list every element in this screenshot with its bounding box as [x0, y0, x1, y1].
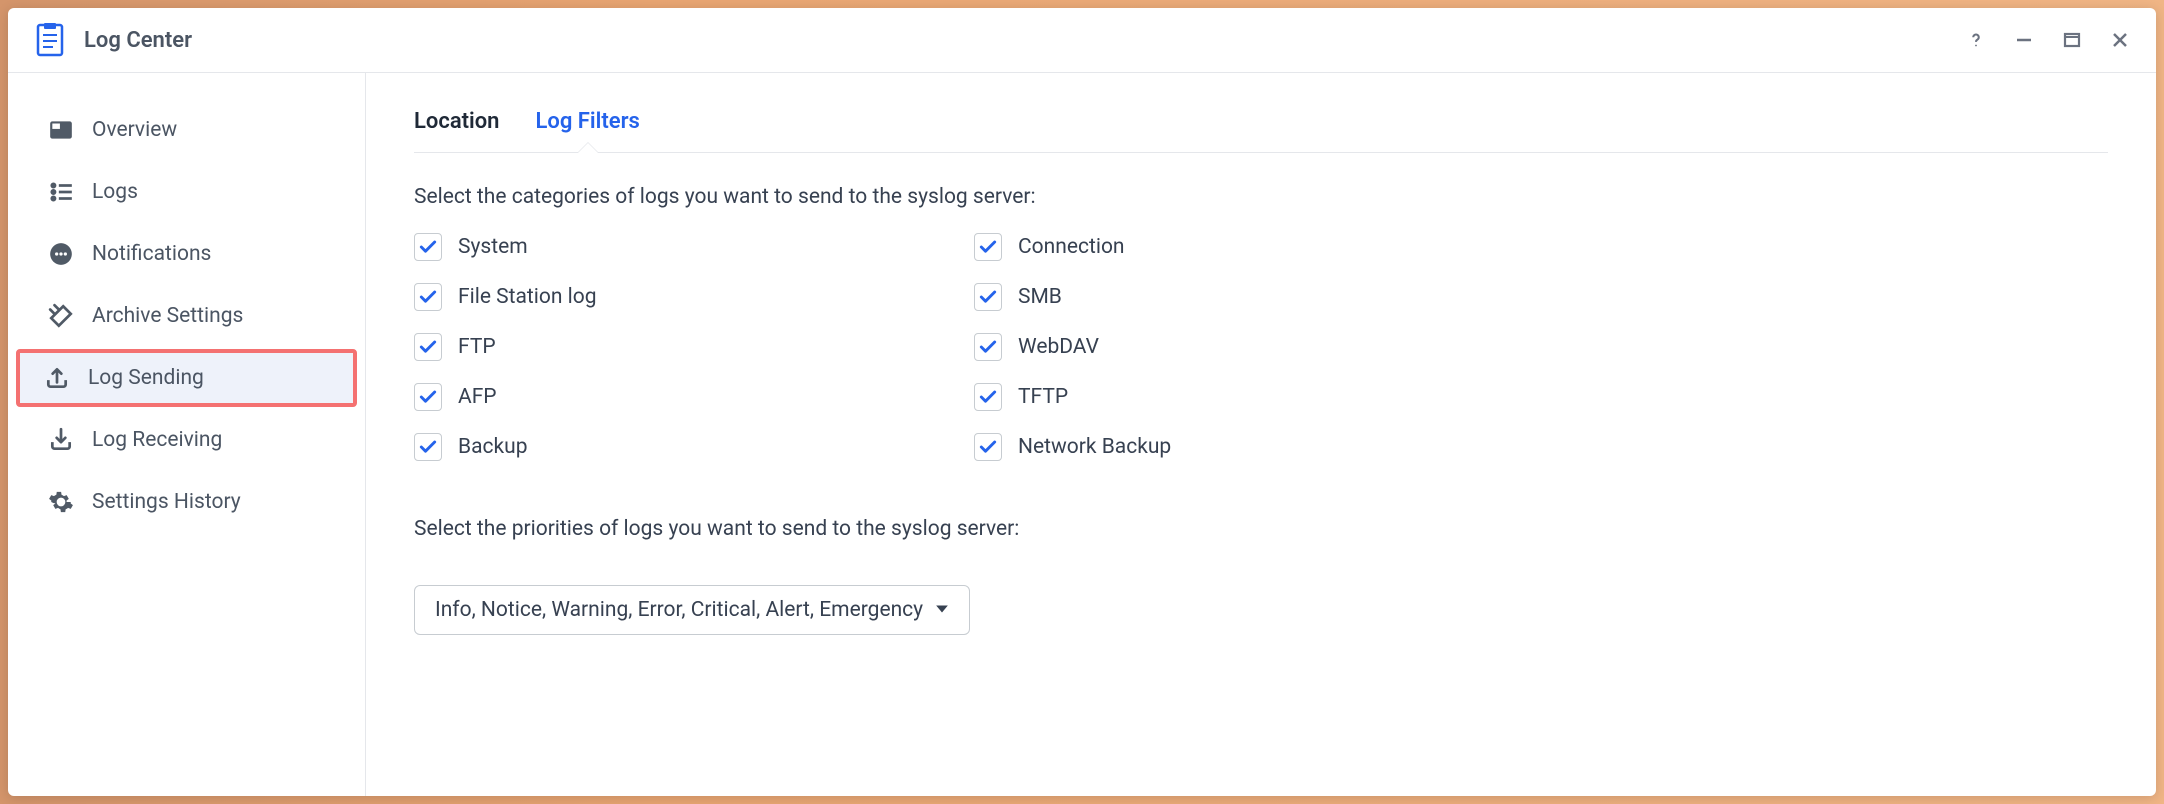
checkbox-label: Connection — [1018, 235, 1125, 259]
titlebar: Log Center — [8, 8, 2156, 73]
tab-location[interactable]: Location — [414, 97, 499, 152]
tab-log-filters[interactable]: Log Filters — [535, 97, 639, 152]
checkbox-tftp[interactable] — [974, 383, 1002, 411]
checkbox-label: AFP — [458, 385, 497, 409]
checkbox-row-networkbackup: Network Backup — [974, 433, 2108, 461]
settings-icon — [48, 489, 74, 515]
checkbox-label: Network Backup — [1018, 435, 1171, 459]
checkbox-label: TFTP — [1018, 385, 1068, 409]
sidebar-item-log-sending[interactable]: Log Sending — [16, 349, 357, 407]
checkbox-label: SMB — [1018, 285, 1062, 309]
tab-bar: Location Log Filters — [414, 97, 2108, 153]
receiving-icon — [48, 427, 74, 453]
maximize-button[interactable] — [2060, 28, 2084, 52]
app-icon — [32, 22, 68, 58]
sidebar-item-label: Log Receiving — [92, 428, 222, 452]
log-center-window: Log Center Overview — [8, 8, 2156, 796]
checkbox-networkbackup[interactable] — [974, 433, 1002, 461]
window-body: Overview Logs Notifications Archive Sett… — [8, 73, 2156, 796]
overview-icon — [48, 117, 74, 143]
checkbox-row-connection: Connection — [974, 233, 2108, 261]
minimize-button[interactable] — [2012, 28, 2036, 52]
sidebar-item-logs[interactable]: Logs — [20, 163, 353, 221]
checkbox-row-ftp: FTP — [414, 333, 974, 361]
checkbox-system[interactable] — [414, 233, 442, 261]
checkbox-connection[interactable] — [974, 233, 1002, 261]
sidebar-item-label: Overview — [92, 118, 177, 142]
content-panel: Location Log Filters Select the categori… — [366, 73, 2156, 796]
sidebar-item-label: Logs — [92, 180, 138, 204]
sidebar-item-overview[interactable]: Overview — [20, 101, 353, 159]
window-controls — [1964, 28, 2132, 52]
sidebar-item-settings-history[interactable]: Settings History — [20, 473, 353, 531]
sidebar-item-archive-settings[interactable]: Archive Settings — [20, 287, 353, 345]
checkbox-ftp[interactable] — [414, 333, 442, 361]
chevron-down-icon — [935, 598, 949, 622]
sidebar-item-log-receiving[interactable]: Log Receiving — [20, 411, 353, 469]
checkbox-label: WebDAV — [1018, 335, 1099, 359]
priorities-label: Select the priorities of logs you want t… — [414, 517, 2108, 541]
checkbox-row-system: System — [414, 233, 974, 261]
dropdown-value: Info, Notice, Warning, Error, Critical, … — [435, 598, 923, 622]
sidebar-item-notifications[interactable]: Notifications — [20, 225, 353, 283]
sidebar: Overview Logs Notifications Archive Sett… — [8, 73, 366, 796]
checkbox-row-afp: AFP — [414, 383, 974, 411]
sidebar-item-label: Notifications — [92, 242, 211, 266]
help-button[interactable] — [1964, 28, 1988, 52]
sending-icon — [44, 365, 70, 391]
archive-icon — [48, 303, 74, 329]
checkbox-filestation[interactable] — [414, 283, 442, 311]
sidebar-item-label: Log Sending — [88, 366, 204, 390]
checkbox-smb[interactable] — [974, 283, 1002, 311]
checkbox-label: File Station log — [458, 285, 597, 309]
checkbox-label: Backup — [458, 435, 528, 459]
sidebar-item-label: Settings History — [92, 490, 241, 514]
sidebar-item-label: Archive Settings — [92, 304, 243, 328]
checkbox-backup[interactable] — [414, 433, 442, 461]
checkbox-webdav[interactable] — [974, 333, 1002, 361]
close-button[interactable] — [2108, 28, 2132, 52]
logs-icon — [48, 179, 74, 205]
checkbox-afp[interactable] — [414, 383, 442, 411]
categories-label: Select the categories of logs you want t… — [414, 185, 2108, 209]
checkbox-row-backup: Backup — [414, 433, 974, 461]
checkbox-row-webdav: WebDAV — [974, 333, 2108, 361]
categories-grid: System Connection File Station log SMB F… — [414, 233, 2108, 461]
checkbox-row-tftp: TFTP — [974, 383, 2108, 411]
app-title: Log Center — [84, 28, 1964, 53]
checkbox-row-smb: SMB — [974, 283, 2108, 311]
checkbox-label: FTP — [458, 335, 496, 359]
notifications-icon — [48, 241, 74, 267]
checkbox-label: System — [458, 235, 528, 259]
priorities-dropdown[interactable]: Info, Notice, Warning, Error, Critical, … — [414, 585, 970, 635]
checkbox-row-filestation: File Station log — [414, 283, 974, 311]
